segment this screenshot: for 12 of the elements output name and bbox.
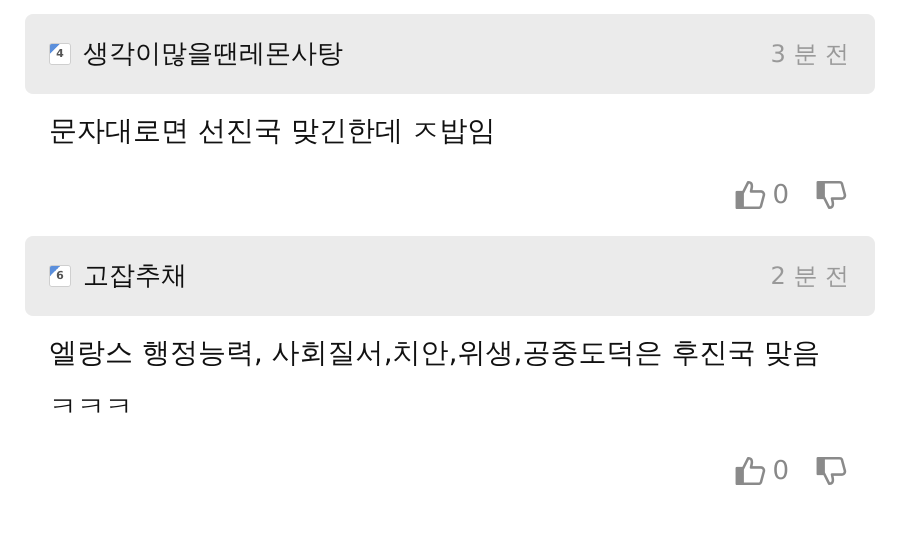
like-count: 0 xyxy=(772,454,789,488)
thumbs-down-icon[interactable] xyxy=(815,178,849,212)
comment-time: 2 분 전 xyxy=(770,261,849,292)
comment-time: 3 분 전 xyxy=(770,39,849,70)
author-name[interactable]: 생각이많을땐레몬사탕 xyxy=(83,34,343,74)
author-name[interactable]: 고잡추채 xyxy=(83,256,187,296)
like-count: 0 xyxy=(772,178,789,212)
level-badge: 4 xyxy=(49,43,71,65)
comment-text: 엘랑스 행정능력, 사회질서,치안,위생,공중도덕은 후진국 맞음 ㅋㅋㅋ xyxy=(48,335,822,425)
level-badge: 6 xyxy=(49,265,71,287)
thumbs-down-icon[interactable] xyxy=(815,454,849,488)
comment-text: 문자대로면 선진국 맞긴한데 ㅈ밥임 xyxy=(48,113,497,149)
